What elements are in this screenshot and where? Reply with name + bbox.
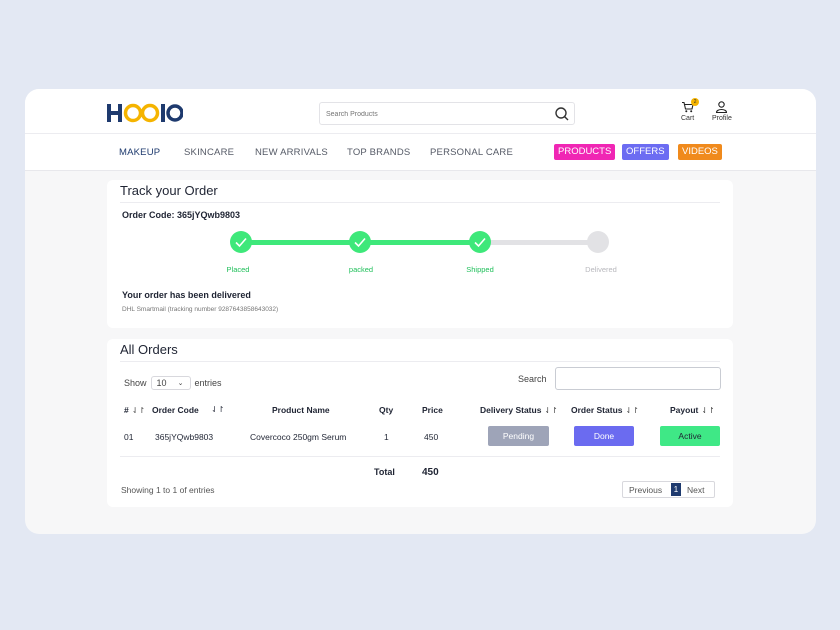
pagination-next[interactable]: Next xyxy=(687,485,704,495)
nav-item-new-arrivals[interactable]: NEW ARRIVALS xyxy=(255,147,328,158)
cart-label: Cart xyxy=(681,115,695,122)
orders-title: All Orders xyxy=(120,342,178,357)
delivery-message: Your order has been delivered xyxy=(122,290,251,300)
profile-label: Profile xyxy=(712,115,732,122)
sort-icon[interactable]: ⇃↾ xyxy=(211,405,224,414)
track-title: Track your Order xyxy=(120,183,218,198)
col-header-qty[interactable]: Qty xyxy=(379,405,393,415)
cell-price: 450 xyxy=(424,432,439,442)
offers-button[interactable]: OFFERS xyxy=(622,144,669,160)
pagination-previous[interactable]: Previous xyxy=(629,485,662,495)
step-label-delivered: Delivered xyxy=(585,265,617,274)
search-input[interactable] xyxy=(326,106,546,122)
divider xyxy=(120,361,720,362)
entries-select[interactable]: 10 ⌄ xyxy=(150,376,191,390)
cart-button[interactable]: 2 Cart xyxy=(681,98,700,122)
nav-item-top-brands[interactable]: TOP BRANDS xyxy=(347,147,410,158)
category-nav: MAKEUP SKINCARE NEW ARRIVALS TOP BRANDS … xyxy=(25,134,816,171)
table-search-input[interactable] xyxy=(555,367,721,390)
col-header-num[interactable]: # ⇃↾ xyxy=(124,405,145,415)
cell-order-code: 365jYQwb9803 xyxy=(155,432,214,442)
brand-logo[interactable] xyxy=(107,102,183,124)
col-header-delivery-status[interactable]: Delivery Status ⇃↾ xyxy=(480,405,558,415)
sort-icon[interactable]: ⇃↾ xyxy=(626,406,639,415)
tracking-info: DHL Smartmail (tracking number 928764385… xyxy=(122,306,279,313)
total-label: Total xyxy=(374,467,395,477)
products-button[interactable]: PRODUCTS xyxy=(554,144,616,160)
order-status-badge[interactable]: Done xyxy=(574,426,634,446)
step-label-placed: Placed xyxy=(226,265,250,274)
nav-item-personal-care[interactable]: PERSONAL CARE xyxy=(430,147,513,158)
progress-segment-1 xyxy=(241,240,361,245)
entries-control: Show 10 ⌄ entries xyxy=(124,376,222,390)
divider xyxy=(120,202,720,203)
step-label-packed: packed xyxy=(348,265,374,274)
showing-entries-text: Showing 1 to 1 of entries xyxy=(121,485,215,495)
pagination-current-page[interactable]: 1 xyxy=(671,483,681,496)
sort-icon[interactable]: ⇃↾ xyxy=(701,406,714,415)
delivery-status-badge[interactable]: Pending xyxy=(488,426,549,446)
col-header-price[interactable]: Price xyxy=(422,405,443,415)
col-header-payout[interactable]: Payout ⇃↾ xyxy=(670,405,715,415)
step-placed-indicator xyxy=(230,231,252,253)
check-icon xyxy=(474,237,486,248)
divider xyxy=(120,456,720,457)
progress-segment-3 xyxy=(481,240,601,245)
entries-label: entries xyxy=(194,378,222,388)
entries-value: 10 xyxy=(156,378,167,388)
pagination: Previous 1 Next xyxy=(622,481,715,498)
sort-icon[interactable]: ⇃↾ xyxy=(544,406,557,415)
step-shipped-indicator xyxy=(469,231,491,253)
search-icon[interactable] xyxy=(554,106,570,122)
nav-item-skincare[interactable]: SKINCARE xyxy=(184,147,234,158)
cell-product-name: Covercoco 250gm Serum xyxy=(250,432,347,442)
search-bar[interactable] xyxy=(319,102,575,125)
app-window: 2 Cart Profile MAKEUP SKINCARE NEW ARRIV… xyxy=(25,89,816,534)
nav-item-makeup[interactable]: MAKEUP xyxy=(119,147,160,158)
progress-segment-2 xyxy=(361,240,481,245)
step-packed-indicator xyxy=(349,231,371,253)
col-header-order-status[interactable]: Order Status ⇃↾ xyxy=(571,405,639,415)
logo-icon xyxy=(107,103,183,123)
check-icon xyxy=(354,237,366,248)
step-label-shipped: Shipped xyxy=(466,265,494,274)
cell-qty: 1 xyxy=(384,432,389,442)
cart-count-badge: 2 xyxy=(691,98,700,106)
videos-button[interactable]: VIDEOS xyxy=(678,144,722,160)
cell-num: 01 xyxy=(124,432,134,442)
table-search-label: Search xyxy=(518,374,547,384)
chevron-down-icon: ⌄ xyxy=(177,380,184,387)
total-value: 450 xyxy=(422,467,439,478)
order-code: Order Code: 365jYQwb9803 xyxy=(122,210,241,220)
all-orders-panel: All Orders Show 10 ⌄ entries Search # ⇃↾ … xyxy=(107,339,733,507)
profile-button[interactable]: Profile xyxy=(712,101,732,122)
col-header-product-name[interactable]: Product Name xyxy=(272,405,330,415)
top-header: 2 Cart Profile xyxy=(25,89,816,134)
show-label: Show xyxy=(124,378,147,388)
col-header-order-code[interactable]: Order Code xyxy=(152,405,199,415)
sort-icon[interactable]: ⇃↾ xyxy=(132,406,145,415)
track-order-panel: Track your Order Order Code: 365jYQwb980… xyxy=(107,180,733,328)
check-icon xyxy=(235,237,247,248)
payout-status-badge[interactable]: Active xyxy=(660,426,720,446)
user-icon xyxy=(716,101,728,113)
step-delivered-indicator xyxy=(587,231,609,253)
